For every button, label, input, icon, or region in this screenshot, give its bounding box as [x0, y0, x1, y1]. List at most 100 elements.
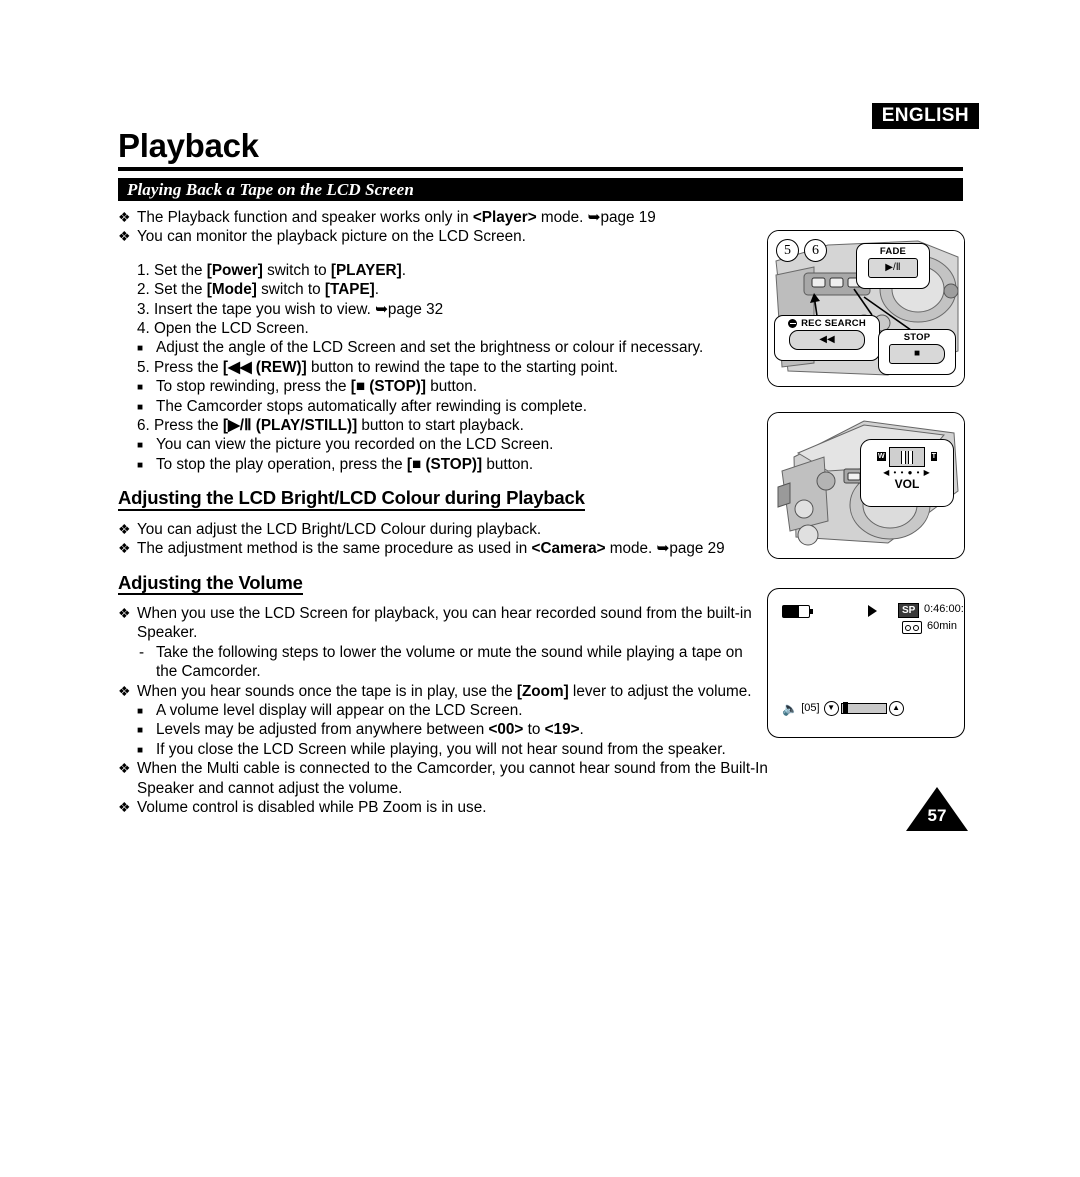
step-subitem: ■ The Camcorder stops automatically afte…: [118, 397, 768, 416]
section-banner: Playing Back a Tape on the LCD Screen: [118, 178, 963, 201]
clover-bullet-icon: ❖: [118, 682, 131, 699]
square-bullet-icon: ■: [137, 401, 144, 413]
step-subitem: ■ To stop the play operation, press the …: [118, 455, 768, 474]
timecode: 0:46:00:11: [924, 603, 964, 615]
intro-bullet-text: The Playback function and speaker works …: [137, 209, 656, 226]
lcd-bullet-text: The adjustment method is the same proced…: [137, 540, 725, 558]
tele-mark: T: [930, 452, 937, 461]
speaker-icon: 🔈: [782, 700, 799, 716]
figure-lcd-osd: SP 0:46:00:11 60min 🔈 [05] ▼ ▲: [767, 588, 965, 738]
volume-subtext: A volume level display will appear on th…: [156, 701, 523, 719]
volume-bullet: ❖ When you use the LCD Screen for playba…: [118, 604, 768, 643]
step-subitem: ■ Adjust the angle of the LCD Screen and…: [118, 338, 768, 357]
volume-bullet-text: Volume control is disabled while PB Zoom…: [137, 798, 487, 816]
step-text: 1. Set the [Power] switch to [PLAYER].: [137, 261, 406, 279]
lcd-bullet-text: You can adjust the LCD Bright/LCD Colour…: [137, 520, 542, 538]
clover-bullet-icon: ❖: [118, 209, 131, 225]
volume-bullet: ❖ Volume control is disabled while PB Zo…: [118, 798, 768, 817]
volume-down-button[interactable]: ▼: [823, 700, 839, 716]
step-item: 4. Open the LCD Screen.: [118, 319, 768, 338]
rew-button[interactable]: ◀◀: [789, 330, 865, 350]
lcd-bullet: ❖ The adjustment method is the same proc…: [118, 539, 768, 558]
page-title: Playback: [118, 127, 259, 164]
step-text: 6. Press the [▶/Ⅱ (PLAY/STILL)] button t…: [137, 417, 524, 435]
play-still-button[interactable]: ▶/Ⅱ: [868, 258, 918, 278]
body-content: ❖ The Playback function and speaker work…: [118, 208, 768, 817]
battery-icon: [782, 605, 813, 618]
callout-stop-label: STOP: [903, 332, 931, 343]
volume-subitem: ■ Levels may be adjusted from anywhere b…: [118, 720, 768, 739]
volume-level-bar[interactable]: [840, 701, 887, 714]
volume-dash-text: Take the following steps to lower the vo…: [156, 643, 743, 681]
lcd-screen: SP 0:46:00:11 60min 🔈 [05] ▼ ▲: [768, 589, 964, 737]
volume-bullet: ❖ When you hear sounds once the tape is …: [118, 682, 768, 701]
volume-bullet-text: When you use the LCD Screen for playback…: [137, 604, 752, 642]
intro-bullet: ❖ The Playback function and speaker work…: [118, 208, 768, 227]
callout-fade: FADE ▶/Ⅱ: [856, 243, 930, 289]
manual-page: ENGLISH Playback Playing Back a Tape on …: [0, 0, 1080, 1177]
zoom-volume-rocker[interactable]: W T: [877, 447, 937, 467]
step-text: 2. Set the [Mode] switch to [TAPE].: [137, 281, 379, 299]
callout-rec-search-caption: REC SEARCH: [775, 316, 879, 329]
step-marker-5: 5: [776, 239, 799, 262]
callout-rec-search: REC SEARCH ◀◀: [774, 315, 880, 361]
volume-bullet-text: When you hear sounds once the tape is in…: [137, 682, 752, 700]
step-subtext: The Camcorder stops automatically after …: [156, 397, 588, 415]
clover-bullet-icon: ❖: [118, 798, 131, 815]
step-subtext: To stop rewinding, press the [■ (STOP)] …: [156, 378, 477, 396]
lcd-volume-row: 🔈 [05] ▼ ▲: [782, 700, 904, 716]
lcd-status-row: SP 0:46:00:11 60min: [782, 603, 964, 641]
clover-bullet-icon: ❖: [118, 520, 131, 537]
step-subtext: Adjust the angle of the LCD Screen and s…: [156, 339, 704, 357]
volume-bullet: ❖ When the Multi cable is connected to t…: [118, 759, 768, 798]
volume-subitem: ■ A volume level display will appear on …: [118, 701, 768, 720]
page-number: 57: [927, 806, 947, 825]
dash-bullet-icon: -: [139, 643, 145, 661]
clover-bullet-icon: ❖: [118, 604, 131, 621]
figure-volume-lever: W T ◀ • • ● • ▶ VOL: [767, 412, 965, 559]
vol-scale: ◀ • • ● • ▶: [883, 468, 931, 477]
cassette-icon: [902, 621, 922, 634]
square-bullet-icon: ■: [137, 725, 144, 737]
clover-bullet-icon: ❖: [118, 228, 131, 245]
stop-button[interactable]: ■: [889, 344, 945, 364]
step-item: 6. Press the [▶/Ⅱ (PLAY/STILL)] button t…: [118, 416, 768, 435]
step-text: 3. Insert the tape you wish to view. ➥pa…: [137, 300, 444, 318]
volume-dash-item: - Take the following steps to lower the …: [118, 643, 768, 682]
tape-remaining: 60min: [927, 620, 957, 632]
square-bullet-icon: ■: [137, 343, 144, 355]
section-banner-title: Playing Back a Tape on the LCD Screen: [127, 180, 414, 199]
volume-up-button[interactable]: ▲: [888, 700, 904, 716]
step-marker-6: 6: [804, 239, 827, 262]
step-item: 5. Press the [◀◀ (REW)] button to rewind…: [118, 358, 768, 377]
volume-section-heading: Adjusting the Volume: [118, 572, 303, 595]
square-bullet-icon: ■: [137, 744, 144, 756]
title-divider: [118, 167, 963, 171]
lcd-section: Adjusting the LCD Bright/LCD Colour duri…: [118, 488, 768, 511]
language-badge: ENGLISH: [871, 103, 979, 129]
callout-rec-search-label: REC SEARCH: [801, 318, 866, 329]
step-text: 5. Press the [◀◀ (REW)] button to rewind…: [137, 358, 618, 376]
step-item: 1. Set the [Power] switch to [PLAYER].: [118, 261, 768, 280]
callout-fade-label: FADE: [879, 246, 907, 257]
volume-level: [05]: [801, 702, 820, 714]
step-subitem: ■ To stop rewinding, press the [■ (STOP)…: [118, 377, 768, 396]
square-bullet-icon: ■: [137, 459, 144, 471]
volume-subtext: If you close the LCD Screen while playin…: [156, 740, 726, 758]
record-mode-badge: SP: [898, 603, 920, 618]
callout-vol: W T ◀ • • ● • ▶ VOL: [860, 439, 954, 507]
volume-bullet-text: When the Multi cable is connected to the…: [137, 760, 768, 797]
volume-subtext: Levels may be adjusted from anywhere bet…: [156, 721, 584, 739]
volume-subitem: ■ If you close the LCD Screen while play…: [118, 740, 768, 759]
callout-stop: STOP ■: [878, 329, 956, 375]
figure-camcorder-buttons: 5 6 FADE ▶/Ⅱ REC SEARCH ◀◀ STOP ■: [767, 230, 965, 387]
step-text: 4. Open the LCD Screen.: [137, 320, 309, 338]
intro-bullet: ❖ You can monitor the playback picture o…: [118, 227, 768, 246]
play-indicator-icon: [868, 605, 877, 617]
step-item: 2. Set the [Mode] switch to [TAPE].: [118, 280, 768, 299]
